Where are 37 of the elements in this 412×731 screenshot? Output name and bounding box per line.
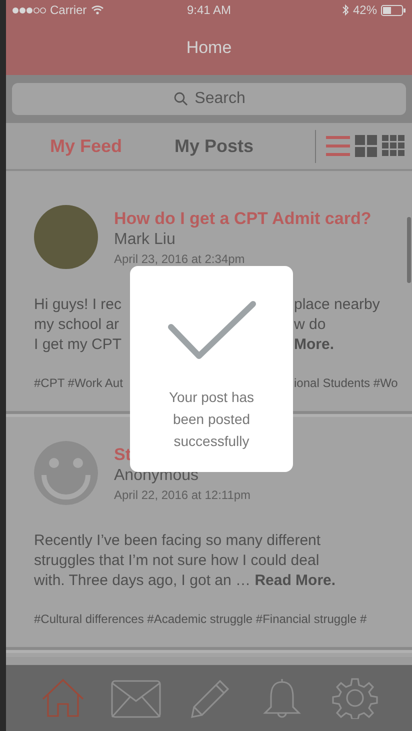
mail-icon[interactable] <box>110 677 161 719</box>
battery-icon <box>381 4 406 16</box>
post-text: struggles that I’m not sure how I could deal <box>34 551 320 571</box>
signal-icon <box>12 6 46 14</box>
gear-settings-icon[interactable] <box>330 677 380 719</box>
status-time: 9:41 AM <box>186 3 232 17</box>
bluetooth-icon <box>342 4 349 16</box>
list-view-icon[interactable] <box>326 135 350 157</box>
search-field[interactable]: Search <box>12 83 406 115</box>
grid-view-icon[interactable] <box>382 135 406 157</box>
post-date: April 22, 2016 at 12:11pm <box>114 488 251 502</box>
post-text: I get my CPT <box>34 335 123 355</box>
post-text: Recently I’ve been facing so many different <box>34 531 321 551</box>
feed-tab[interactable]: My Posts <box>164 136 264 156</box>
post-text: place nearby <box>294 295 380 315</box>
post-text: Hi guys! I rec <box>34 295 123 315</box>
post-author: Mark Liu <box>114 231 176 249</box>
scrollbar[interactable] <box>407 217 411 283</box>
post-author: Anonymous <box>114 467 200 485</box>
post-tags: #CPT #Work Aut <box>34 373 128 393</box>
post-text: w do <box>294 315 326 335</box>
carrier-name: Carrier <box>50 3 87 17</box>
wifi-icon <box>90 5 104 15</box>
post-text: my school ar <box>34 315 120 335</box>
post-tags: ional Students #Wo <box>294 373 398 393</box>
post-text: with. Three days ago, I got an … Read More. <box>34 571 336 591</box>
smiley-avatar-icon <box>34 441 98 505</box>
post-title[interactable]: How do I get a CPT Admit card? <box>114 209 372 229</box>
nav-title: Home <box>186 38 232 58</box>
checkmark-icon <box>166 300 256 360</box>
post-text: More. <box>294 335 334 355</box>
battery-percent: 42% <box>352 3 377 17</box>
feed-tab[interactable]: My Feed <box>36 136 136 156</box>
success-message: Your post has been posted successfully <box>168 388 256 451</box>
post-tags: #Cultural differences #Academic struggle #Financial struggle # <box>34 609 367 629</box>
post-date: April 23, 2016 at 2:34pm <box>114 252 246 266</box>
grid-view-icon[interactable] <box>354 135 378 157</box>
